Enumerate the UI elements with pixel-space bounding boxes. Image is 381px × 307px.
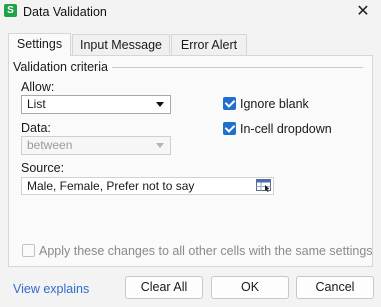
- ignore-blank-checkbox[interactable]: [223, 97, 236, 110]
- allow-select[interactable]: List: [21, 95, 171, 114]
- chevron-down-icon: [156, 102, 164, 107]
- dialog-title: Data Validation: [23, 5, 107, 19]
- apply-to-all-label: Apply these changes to all other cells w…: [39, 244, 373, 258]
- cancel-button[interactable]: Cancel: [296, 276, 374, 299]
- spreadsheet-app-icon: S: [4, 4, 17, 17]
- validation-criteria-heading: Validation criteria: [13, 60, 112, 74]
- tab-error-alert[interactable]: Error Alert: [171, 34, 247, 55]
- group-divider: [108, 67, 363, 68]
- tab-settings[interactable]: Settings: [8, 33, 71, 56]
- data-label: Data:: [21, 121, 51, 135]
- apply-to-all-checkbox: [22, 244, 35, 257]
- data-select-value: between: [27, 138, 73, 152]
- range-select-icon[interactable]: [256, 179, 271, 192]
- in-cell-dropdown-label: In-cell dropdown: [240, 122, 332, 136]
- clear-all-button[interactable]: Clear All: [125, 276, 203, 299]
- source-label: Source:: [21, 161, 65, 175]
- close-icon: ✕: [356, 3, 370, 20]
- allow-select-value: List: [27, 97, 46, 111]
- close-button[interactable]: ✕: [355, 4, 371, 20]
- ok-button[interactable]: OK: [211, 276, 289, 299]
- title-bar: S Data Validation ✕: [0, 0, 381, 26]
- ignore-blank-label: Ignore blank: [240, 97, 309, 111]
- in-cell-dropdown-checkbox[interactable]: [223, 122, 236, 135]
- chevron-down-icon: [156, 143, 164, 148]
- allow-label: Allow:: [21, 80, 55, 94]
- tab-input-message[interactable]: Input Message: [72, 34, 170, 55]
- data-select: between: [21, 136, 171, 155]
- source-input[interactable]: Male, Female, Prefer not to say: [21, 177, 274, 195]
- view-explains-link[interactable]: View explains: [13, 282, 89, 296]
